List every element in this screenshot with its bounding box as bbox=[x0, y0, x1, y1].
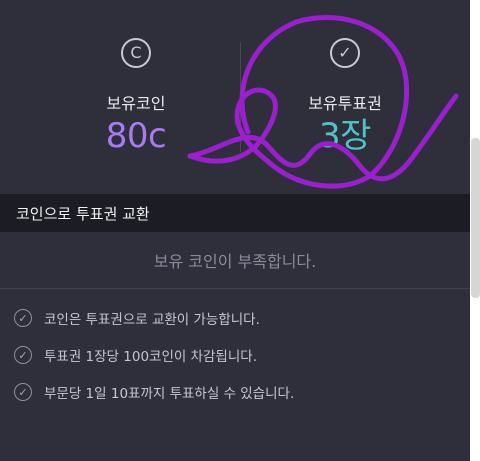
coin-balance-label: 보유코인 bbox=[106, 94, 166, 113]
ticket-balance-value: 3장 bbox=[319, 116, 371, 156]
check-circle-icon: ✓ bbox=[14, 383, 32, 401]
ticket-balance: ✓ 보유투표권 3장 bbox=[235, 38, 455, 156]
coin-c-icon: C bbox=[121, 38, 151, 68]
notice-item: ✓ 부문당 1일 10표까지 투표하실 수 있습니다. bbox=[14, 382, 294, 402]
ticket-balance-label: 보유투표권 bbox=[308, 94, 382, 113]
notice-item: ✓ 투표권 1장당 100코인이 차감됩니다. bbox=[14, 345, 257, 365]
exchange-header-title: 코인으로 투표권 교환 bbox=[16, 204, 150, 223]
notice-text: 투표권 1장당 100코인이 차감됩니다. bbox=[44, 349, 257, 365]
section-divider bbox=[0, 288, 470, 289]
notice-text: 코인은 투표권으로 교환이 가능합니다. bbox=[44, 312, 260, 328]
check-circle-icon: ✓ bbox=[14, 309, 32, 327]
notice-item: ✓ 코인은 투표권으로 교환이 가능합니다. bbox=[14, 308, 260, 328]
coin-balance: C 보유코인 80c bbox=[26, 38, 246, 156]
insufficient-coins-message: 보유 코인이 부족합니다. bbox=[153, 252, 317, 271]
check-circle-icon: ✓ bbox=[330, 38, 360, 68]
scrollbar-thumb[interactable] bbox=[471, 138, 480, 298]
exchange-section-header: 코인으로 투표권 교환 bbox=[0, 194, 470, 232]
check-circle-icon: ✓ bbox=[14, 346, 32, 364]
coin-balance-value: 80c bbox=[105, 116, 167, 156]
notice-text: 부문당 1일 10표까지 투표하실 수 있습니다. bbox=[44, 386, 295, 402]
